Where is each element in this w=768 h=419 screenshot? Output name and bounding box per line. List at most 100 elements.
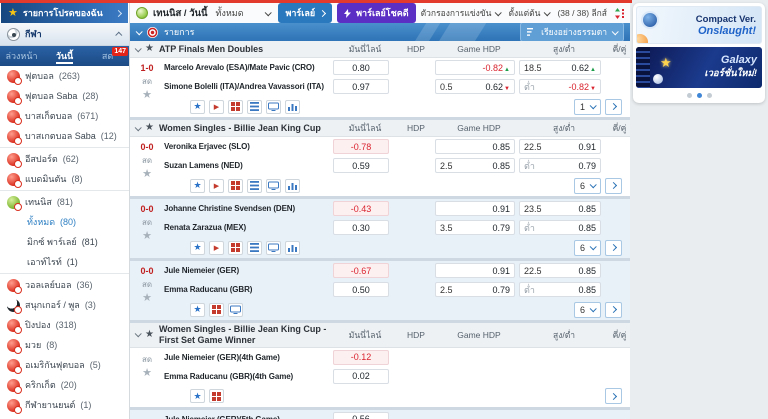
tv-icon[interactable] xyxy=(228,303,243,317)
open-match-button[interactable] xyxy=(605,388,622,404)
parlay-button[interactable]: พาร์เลย์ xyxy=(278,3,332,23)
sidebar-item-snooker[interactable]: สนุกเกอร์ / พูล (3) xyxy=(0,295,129,315)
tab-early[interactable]: ล่วงหน้า xyxy=(0,46,43,66)
ml-odds-box[interactable]: -0.43 xyxy=(333,201,389,216)
favorite-icon[interactable]: ★ xyxy=(190,100,205,114)
league-star-icon[interactable]: ★ xyxy=(145,44,154,54)
collapse-all-chevron-icon[interactable] xyxy=(136,28,143,35)
open-match-button[interactable] xyxy=(605,99,622,115)
favorite-icon[interactable]: ★ xyxy=(190,241,205,255)
bet-grid-icon[interactable] xyxy=(228,100,243,114)
carousel-dot[interactable] xyxy=(707,93,712,98)
game-hdp-odds-box[interactable]: -0.82▲ xyxy=(435,60,515,75)
ml-odds-box[interactable]: -0.67 xyxy=(333,263,389,278)
ou-odds-box[interactable]: 23.5 0.85 xyxy=(519,201,601,216)
play-stream-icon[interactable]: ▶ xyxy=(209,179,224,193)
favorite-star-icon[interactable]: ★ xyxy=(142,293,152,304)
sidebar-item-football-saba[interactable]: ฟุตบอล Saba (28) xyxy=(0,86,129,106)
sidebar-item-motorsport[interactable]: กีฬายานยนต์ (1) xyxy=(0,395,129,415)
tab-live[interactable]: สด 147 xyxy=(86,46,129,66)
game-hdp-odds-box[interactable]: 0.91 xyxy=(435,201,515,216)
more-markets-dropdown[interactable]: 6 xyxy=(574,302,601,318)
sidebar-item-basketball-saba[interactable]: บาสเกตบอล Saba (12) xyxy=(0,126,129,146)
game-hdp-odds-box[interactable]: 0.91 xyxy=(435,263,515,278)
promo-banner-compact[interactable]: Compact Ver. Onslaught! xyxy=(636,6,762,44)
more-markets-dropdown[interactable]: 6 xyxy=(574,240,601,256)
play-stream-icon[interactable]: ▶ xyxy=(209,100,224,114)
ou-odds-box[interactable]: ต่ำ 0.79 xyxy=(519,158,601,173)
tv-icon[interactable] xyxy=(266,179,281,193)
ou-odds-box[interactable]: 22.5 0.91 xyxy=(519,139,601,154)
ml-odds-box[interactable]: 0.97 xyxy=(333,79,389,94)
ml-odds-box[interactable]: 0.56 xyxy=(333,412,389,419)
sidebar-item-american-football[interactable]: อเมริกันฟุตบอล (5) xyxy=(0,355,129,375)
favorite-icon[interactable]: ★ xyxy=(190,303,205,317)
sports-section-header[interactable]: กีฬา xyxy=(0,23,129,46)
sidebar-subitem-tennis-outright[interactable]: เอาท์ไรท์ (1) xyxy=(0,252,129,272)
from-start-dropdown[interactable]: ตั้งแต่ต้น xyxy=(508,6,549,20)
game-hdp-odds-box[interactable]: 2.5 0.79 xyxy=(435,282,515,297)
market-select[interactable]: ทั้งหมด xyxy=(213,4,274,22)
open-match-button[interactable] xyxy=(605,178,622,194)
ml-odds-box[interactable]: 0.80 xyxy=(333,60,389,75)
league-title-group[interactable]: ★ Women Singles - Billie Jean King Cup xyxy=(130,123,333,133)
ml-odds-box[interactable]: 0.02 xyxy=(333,369,389,384)
sidebar-item-esports[interactable]: อีสปอร์ต (62) xyxy=(0,149,129,169)
sidebar-item-volleyball[interactable]: วอลเลย์บอล (36) xyxy=(0,275,129,295)
promo-banner-galaxy[interactable]: ★ Galaxy เวอร์ชั่นใหม่! xyxy=(636,47,762,88)
bet-grid-icon[interactable] xyxy=(209,303,224,317)
sidebar-item-cricket[interactable]: คริกเก็ต (20) xyxy=(0,375,129,395)
ml-odds-box[interactable]: 0.59 xyxy=(333,158,389,173)
sidebar-item-boxing[interactable]: มวย (8) xyxy=(0,335,129,355)
ou-odds-box[interactable]: ต่ำ 0.85 xyxy=(519,220,601,235)
game-hdp-odds-box[interactable]: 0.85 xyxy=(435,139,515,154)
game-hdp-odds-box[interactable]: 3.5 0.79 xyxy=(435,220,515,235)
favorite-star-icon[interactable]: ★ xyxy=(142,169,152,180)
sidebar-item-badminton[interactable]: แบดมินตัน (8) xyxy=(0,169,129,189)
sidebar-subitem-tennis-all[interactable]: ทั้งหมด (80) xyxy=(0,212,129,232)
tv-icon[interactable] xyxy=(266,241,281,255)
stats-icon[interactable] xyxy=(247,241,262,255)
stats-icon[interactable] xyxy=(247,100,262,114)
ou-odds-box[interactable]: 18.5 0.62▲ xyxy=(519,60,601,75)
open-match-button[interactable] xyxy=(605,240,622,256)
ou-odds-box[interactable]: 22.5 0.85 xyxy=(519,263,601,278)
ou-odds-box[interactable]: ต่ำ -0.82▼ xyxy=(519,79,601,94)
carousel-dot[interactable] xyxy=(687,93,692,98)
ou-odds-box[interactable]: ต่ำ 0.85 xyxy=(519,282,601,297)
chart-icon[interactable] xyxy=(285,100,300,114)
favorites-bar[interactable]: ★ รายการโปรดของฉัน xyxy=(1,3,128,23)
open-match-button[interactable] xyxy=(605,302,622,318)
favorite-icon[interactable]: ★ xyxy=(190,389,205,403)
sidebar-item-football[interactable]: ฟุตบอล (263) xyxy=(0,66,129,86)
sidebar-item-basketball[interactable]: บาสเก็ตบอล (671) xyxy=(0,106,129,126)
match-filter-dropdown[interactable]: ตัวกรองการแข่งขัน xyxy=(421,6,501,20)
sidebar-item-tennis[interactable]: เทนนิส (81) xyxy=(0,192,129,212)
ml-odds-box[interactable]: -0.12 xyxy=(333,350,389,365)
ml-odds-box[interactable]: -0.78 xyxy=(333,139,389,154)
bet-grid-icon[interactable] xyxy=(209,389,224,403)
bet-grid-icon[interactable] xyxy=(228,179,243,193)
sort-odds-icon[interactable] xyxy=(615,8,624,19)
more-markets-dropdown[interactable]: 6 xyxy=(574,178,601,194)
league-star-icon[interactable]: ★ xyxy=(145,330,154,340)
tab-today[interactable]: วันนี้ xyxy=(43,46,86,66)
tv-icon[interactable] xyxy=(266,100,281,114)
sidebar-subitem-tennis-mix-parlay[interactable]: มิกซ์ พาร์เลย์ (81) xyxy=(0,232,129,252)
stats-icon[interactable] xyxy=(247,179,262,193)
sidebar-item-baseball[interactable]: เบสบอล (9) xyxy=(0,415,129,419)
more-markets-dropdown[interactable]: 1 xyxy=(574,99,601,115)
chart-icon[interactable] xyxy=(285,179,300,193)
favorite-star-icon[interactable]: ★ xyxy=(142,368,152,379)
game-hdp-odds-box[interactable]: 0.5 0.62▼ xyxy=(435,79,515,94)
carousel-dot-active[interactable] xyxy=(697,93,702,98)
favorite-icon[interactable]: ★ xyxy=(190,179,205,193)
bet-grid-icon[interactable] xyxy=(228,241,243,255)
league-title-group[interactable]: ★ ATP Finals Men Doubles xyxy=(130,44,333,54)
play-stream-icon[interactable]: ▶ xyxy=(209,241,224,255)
favorite-star-icon[interactable]: ★ xyxy=(142,90,152,101)
league-star-icon[interactable]: ★ xyxy=(145,123,154,133)
chart-icon[interactable] xyxy=(285,241,300,255)
ml-odds-box[interactable]: 0.30 xyxy=(333,220,389,235)
league-count[interactable]: (38 / 38) ลีกส์ xyxy=(557,6,607,20)
